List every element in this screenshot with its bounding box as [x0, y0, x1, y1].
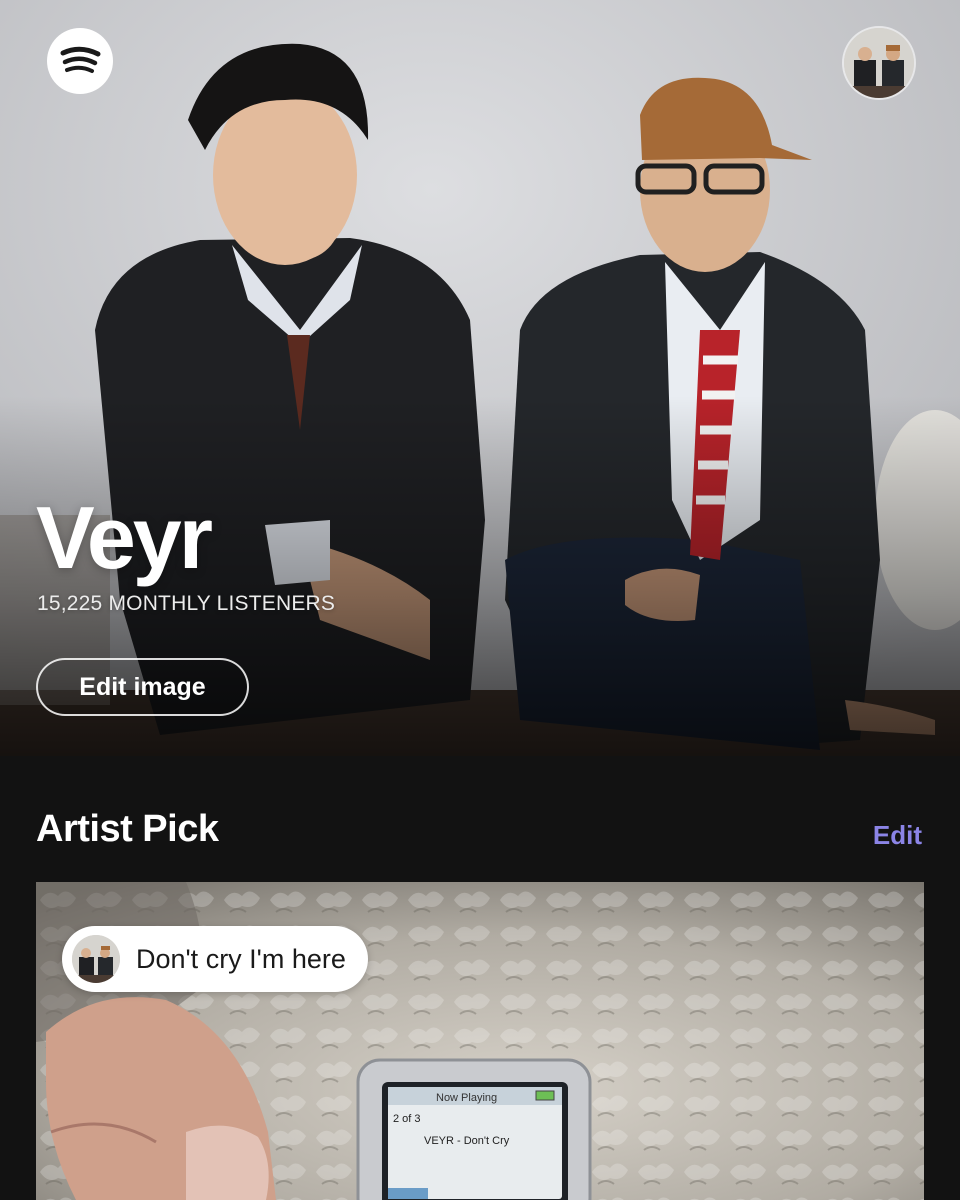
artist-pick-edit-link[interactable]: Edit	[873, 820, 922, 851]
artist-pick-card[interactable]: Now Playing 2 of 3 VEYR - Don't Cry Don'…	[36, 882, 924, 1200]
profile-avatar[interactable]	[844, 28, 914, 98]
artist-pick-title: Artist Pick	[36, 808, 219, 850]
device-screen-position: 2 of 3	[393, 1113, 421, 1125]
artist-header-image: Veyr 15,225 MONTHLY LISTENERS Edit image	[0, 0, 960, 756]
monthly-listeners: 15,225 MONTHLY LISTENERS	[37, 592, 336, 615]
device-screen-header: Now Playing	[436, 1092, 497, 1104]
chip-avatar	[72, 935, 120, 983]
spotify-logo-icon[interactable]	[47, 28, 113, 94]
edit-image-button[interactable]: Edit image	[36, 658, 249, 716]
device-screen-track: VEYR - Don't Cry	[424, 1135, 510, 1147]
artist-pick-track-title: Don't cry I'm here	[136, 943, 346, 974]
artist-pick-chip[interactable]: Don't cry I'm here	[62, 926, 368, 992]
artist-name: Veyr	[36, 488, 213, 587]
